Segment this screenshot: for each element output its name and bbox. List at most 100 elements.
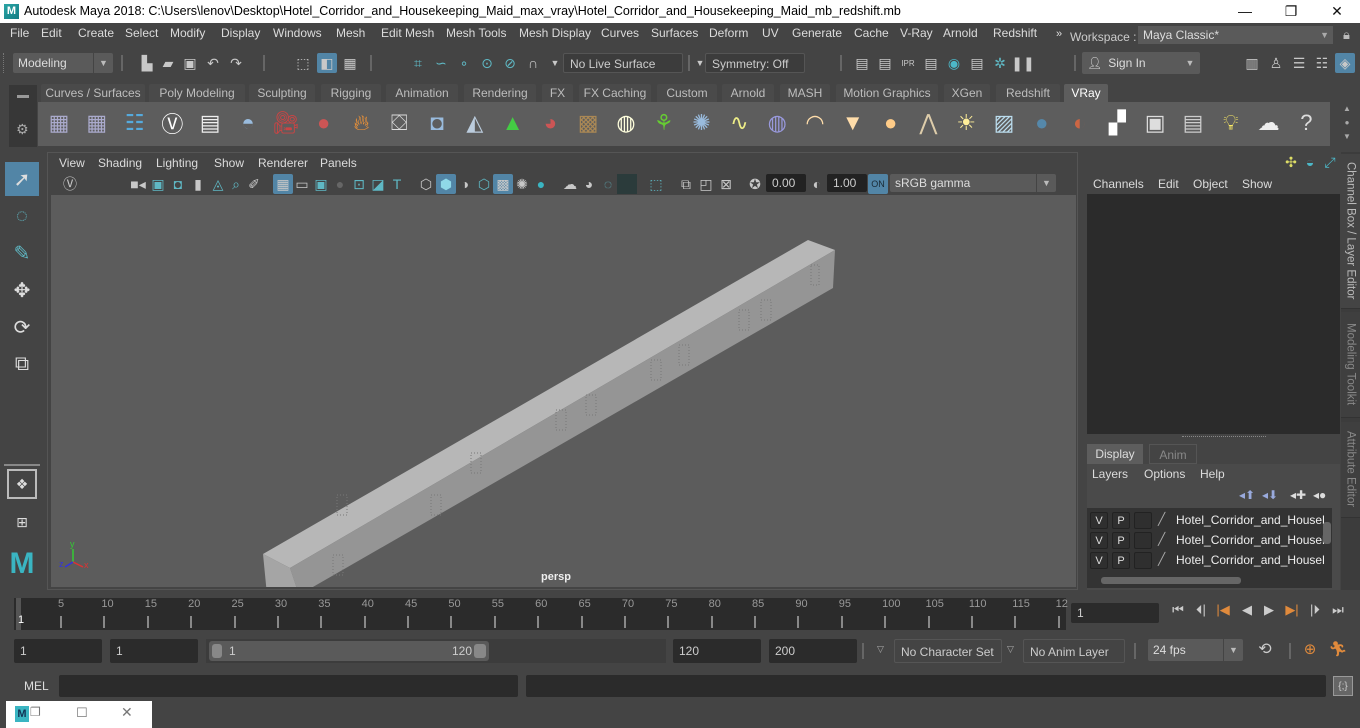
help-icon[interactable]: ? [1289, 106, 1323, 140]
depth-of-field-icon[interactable] [617, 174, 637, 194]
layer-row[interactable]: V P ╱ Hotel_Corridor_and_Housek [1090, 512, 1325, 530]
time-slider-track[interactable]: 1 5 10 15 20 25 30 35 40 45 50 55 60 65 70 75 80 85 90 95 1… [14, 598, 1068, 630]
menu-mesh-tools[interactable]: Mesh Tools [446, 26, 506, 40]
move-layer-up-icon[interactable]: ◂⬆ [1239, 488, 1255, 502]
modeling-toolkit-icon[interactable]: ▥ [1242, 53, 1262, 73]
tab-anim[interactable]: Anim [1149, 444, 1197, 464]
select-component-icon[interactable]: ▦ [340, 53, 360, 73]
vray-cone-icon[interactable]: ◭ [458, 106, 492, 140]
shelf-tab-custom[interactable]: Custom [657, 84, 717, 102]
maximize-icon[interactable]: ☐ [76, 705, 88, 721]
tab-display[interactable]: Display [1087, 444, 1143, 464]
scale-tool-icon[interactable]: ⧉ [5, 347, 39, 381]
anti-aliasing-icon[interactable]: ◌ [598, 174, 618, 194]
go-to-end-icon[interactable]: ⏭ [1328, 600, 1348, 620]
channel-box-icon[interactable]: ◈ [1335, 53, 1355, 73]
display-type-toggle[interactable] [1134, 512, 1152, 529]
vray-cloud-icon[interactable]: ☁ [1252, 106, 1286, 140]
vray-plane-icon[interactable]: ▨ [987, 106, 1021, 140]
step-forward-key-icon[interactable]: ▶| [1282, 600, 1302, 620]
menu-modify[interactable]: Modify [170, 26, 205, 40]
restore-icon[interactable]: ❐ [30, 705, 41, 719]
playback-start-field[interactable]: 1 [110, 639, 198, 663]
paint-select-tool-icon[interactable]: ✎ [5, 236, 39, 270]
visibility-toggle[interactable]: V [1090, 512, 1108, 529]
shelf-tab-motion-graphics[interactable]: Motion Graphics [836, 84, 938, 102]
panel-menu-panels[interactable]: Panels [320, 156, 357, 170]
vray-doc-icon[interactable]: ▤ [193, 106, 227, 140]
play-backwards-icon[interactable]: ◀ [1237, 600, 1257, 620]
menu-select[interactable]: Select [125, 26, 158, 40]
wireframe-icon[interactable]: ⬡ [416, 174, 436, 194]
isolate-select-icon[interactable]: ⬚ [646, 174, 666, 194]
display-type-toggle[interactable] [1134, 532, 1152, 549]
vray-sphere-light-icon[interactable]: ● [874, 106, 908, 140]
attribute-editor-icon[interactable]: ☰ [1289, 53, 1309, 73]
move-tool-icon[interactable]: ✥ [5, 273, 39, 307]
xray-icon[interactable]: ⧉ [676, 174, 696, 194]
menu-generate[interactable]: Generate [792, 26, 842, 40]
menu-mesh-display[interactable]: Mesh Display [519, 26, 591, 40]
vray-proxy-icon[interactable]: ◘ [420, 106, 454, 140]
minimize-button[interactable]: — [1222, 0, 1268, 23]
resolution-gate-icon[interactable]: ▣ [311, 174, 331, 194]
vray-stripes-icon[interactable]: ◐ [1063, 106, 1097, 140]
menu-edit-mesh[interactable]: Edit Mesh [381, 26, 434, 40]
vray-ball-icon[interactable]: ● [1025, 106, 1059, 140]
vray-logo-icon[interactable]: Ⓥ [60, 174, 80, 194]
tab-modeling-toolkit[interactable]: Modeling Toolkit [1341, 312, 1360, 418]
lasso-tool-icon[interactable]: ◌ [5, 199, 39, 233]
shadows-icon[interactable]: ● [531, 174, 551, 194]
panel-menu-show[interactable]: Show [214, 156, 244, 170]
live-surface-field[interactable]: No Live Surface [563, 53, 683, 73]
menu-set-dropdown[interactable]: Modeling ▼ [13, 53, 113, 73]
camera-lock-icon[interactable]: ▣ [148, 174, 168, 194]
camera-attributes-icon[interactable]: ◘ [168, 174, 188, 194]
playback-end-field[interactable]: 120 [673, 639, 761, 663]
vray-ies-icon[interactable]: ⋀ [911, 106, 945, 140]
layer-row[interactable]: V P ╱ Hotel_Corridor_and_Housek [1090, 532, 1325, 550]
shelf-tab-rendering[interactable]: Rendering [464, 84, 536, 102]
panel-menu-view[interactable]: View [59, 156, 85, 170]
render-view-icon[interactable]: ▤ [852, 53, 872, 73]
snap-view-plane-icon[interactable]: ⊙ [477, 53, 497, 73]
vertical-scrollbar[interactable] [1323, 512, 1331, 572]
show-menu[interactable]: Show [1242, 177, 1272, 191]
3d-viewport[interactable]: y x z persp [51, 195, 1076, 587]
bookmark-icon[interactable]: ▮ [188, 174, 208, 194]
object-menu[interactable]: Object [1193, 177, 1228, 191]
xray-active-icon[interactable]: ◰ [696, 174, 716, 194]
menu-overflow-button[interactable]: » [1056, 28, 1062, 40]
safe-action-icon[interactable]: ◪ [368, 174, 388, 194]
screen-space-ao-icon[interactable]: ☁ [560, 174, 580, 194]
script-editor-icon[interactable]: {;} [1333, 676, 1353, 696]
shelf-tab-arnold[interactable]: Arnold [722, 84, 774, 102]
shelf-tab-fx[interactable]: FX [542, 84, 573, 102]
shelf-tabs-menu-icon[interactable] [17, 95, 29, 98]
fps-dropdown[interactable]: 24 fps ▼ [1148, 639, 1243, 661]
layer-color-icon[interactable]: ╱ [1158, 552, 1165, 566]
wireframe-on-shaded-icon[interactable]: ⬡ [474, 174, 494, 194]
vray-settings-icon[interactable]: ▤ [1176, 106, 1210, 140]
symmetry-dropdown[interactable]: Symmetry: Off [705, 53, 805, 73]
vray-sun-icon[interactable]: ☀ [949, 106, 983, 140]
menu-cache[interactable]: Cache [854, 26, 889, 40]
help-menu[interactable]: Help [1200, 467, 1225, 481]
vray-light-cone-icon[interactable]: ▲ [496, 106, 530, 140]
render-setup-icon[interactable]: ▤ [967, 53, 987, 73]
hypershade-icon[interactable]: ◉ [944, 53, 964, 73]
layer-row[interactable]: V P ╱ Hotel_Corridor_and_Housek [1090, 552, 1325, 570]
rotate-tool-icon[interactable]: ⟳ [5, 310, 39, 344]
exposure-icon[interactable]: ✪ [745, 174, 765, 194]
minimized-window[interactable]: M ❐ ☐ ✕ [6, 701, 152, 728]
layer-color-icon[interactable]: ╱ [1158, 512, 1165, 526]
tab-attribute-editor[interactable]: Attribute Editor [1341, 422, 1360, 518]
gamma-icon[interactable]: ◐ [807, 174, 827, 194]
visibility-toggle[interactable]: V [1090, 552, 1108, 569]
vray-light-editor-icon[interactable]: 💡︎ [1214, 106, 1248, 140]
layer-color-icon[interactable]: ╱ [1158, 532, 1165, 546]
image-plane-icon[interactable]: ◬ [208, 174, 228, 194]
gate-mask-icon[interactable]: ● [330, 174, 350, 194]
ipr-render-icon[interactable]: IPR [898, 53, 918, 73]
textured-icon[interactable]: ▩ [493, 174, 513, 194]
